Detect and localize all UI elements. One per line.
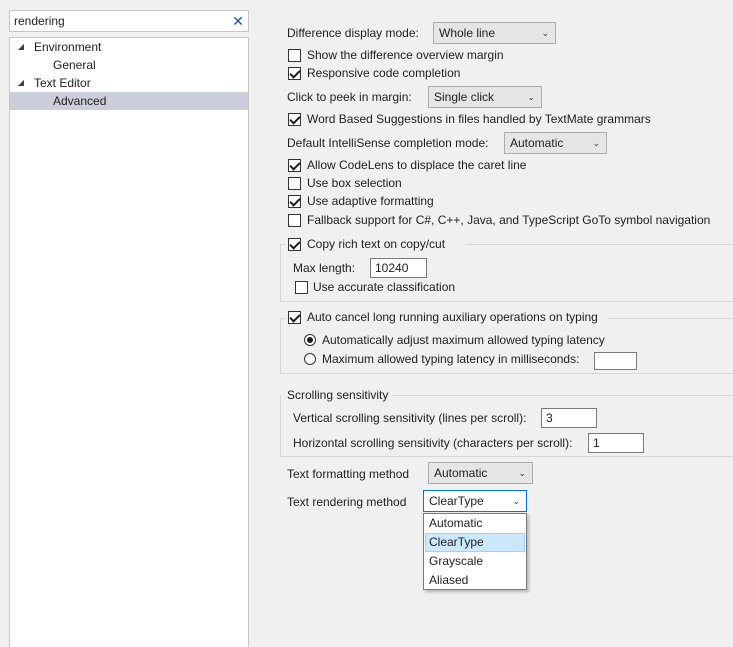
text-rendering-method-dropdown[interactable]: ClearType ⌄: [423, 490, 527, 512]
default-intellisense-mode-dropdown[interactable]: Automatic ⌄: [504, 132, 607, 154]
tree-item-label: Advanced: [53, 94, 107, 108]
allow-codelens-label: Allow CodeLens to displace the caret lin…: [307, 158, 527, 172]
fallback-support-checkbox[interactable]: [288, 214, 301, 227]
max-length-label: Max length:: [293, 261, 356, 275]
chevron-down-icon: ⌄: [518, 468, 526, 478]
default-intellisense-mode-label: Default IntelliSense completion mode:: [287, 136, 489, 150]
tree-item-label: General: [53, 58, 96, 72]
use-adaptive-formatting-label: Use adaptive formatting: [307, 194, 434, 208]
auto-adjust-latency-radio[interactable]: [304, 334, 316, 346]
option-automatic[interactable]: Automatic: [425, 514, 525, 533]
search-input-value[interactable]: rendering: [14, 13, 65, 29]
dropdown-value: Automatic: [434, 466, 488, 480]
word-based-suggestions-label: Word Based Suggestions in files handled …: [307, 112, 651, 126]
responsive-code-completion-label: Responsive code completion: [307, 66, 461, 80]
use-accurate-classification-checkbox[interactable]: [295, 281, 308, 294]
dropdown-value: Automatic: [510, 136, 564, 150]
text-formatting-method-dropdown[interactable]: Automatic ⌄: [428, 462, 533, 484]
horizontal-scrolling-input[interactable]: 1: [588, 433, 644, 453]
use-accurate-classification-label: Use accurate classification: [313, 280, 456, 294]
dropdown-value: Whole line: [439, 26, 496, 40]
option-aliased[interactable]: Aliased: [425, 571, 525, 590]
horizontal-scrolling-label: Horizontal scrolling sensitivity (charac…: [293, 436, 573, 450]
expanded-arrow-icon[interactable]: ◢: [16, 74, 26, 92]
max-latency-input[interactable]: [594, 352, 637, 370]
click-to-peek-label: Click to peek in margin:: [287, 90, 412, 104]
auto-cancel-label: Auto cancel long running auxiliary opera…: [307, 310, 598, 324]
tree-item-environment[interactable]: ◢ Environment: [10, 38, 248, 56]
vertical-scrolling-input[interactable]: 3: [541, 408, 597, 428]
dropdown-value: ClearType: [429, 494, 484, 508]
responsive-code-completion-checkbox[interactable]: [288, 67, 301, 80]
option-grayscale[interactable]: Grayscale: [425, 552, 525, 571]
difference-display-mode-dropdown[interactable]: Whole line ⌄: [433, 22, 556, 44]
max-length-input[interactable]: 10240: [370, 258, 427, 278]
vertical-scrolling-label: Vertical scrolling sensitivity (lines pe…: [293, 411, 527, 425]
group-divider: [392, 395, 733, 396]
max-latency-label: Maximum allowed typing latency in millis…: [322, 352, 580, 366]
tree-item-general[interactable]: General: [10, 56, 248, 74]
options-tree: ◢ Environment General ◢ Text Editor Adva…: [9, 37, 249, 647]
fallback-support-label: Fallback support for C#, C++, Java, and …: [307, 213, 711, 227]
max-latency-radio[interactable]: [304, 353, 316, 365]
use-adaptive-formatting-checkbox[interactable]: [288, 195, 301, 208]
show-difference-overview-margin-checkbox[interactable]: [288, 49, 301, 62]
horizontal-scrolling-value[interactable]: 1: [593, 435, 600, 451]
text-rendering-method-options: Automatic ClearType Grayscale Aliased: [423, 513, 527, 590]
clear-search-icon[interactable]: ✕: [231, 12, 245, 30]
auto-cancel-checkbox[interactable]: [288, 311, 301, 324]
search-input[interactable]: rendering ✕: [9, 10, 249, 32]
chevron-down-icon: ⌄: [592, 138, 600, 148]
tree-item-label: Text Editor: [34, 76, 91, 90]
use-box-selection-label: Use box selection: [307, 176, 402, 190]
tree-item-text-editor[interactable]: ◢ Text Editor: [10, 74, 248, 92]
difference-display-mode-label: Difference display mode:: [287, 26, 419, 40]
allow-codelens-checkbox[interactable]: [288, 159, 301, 172]
show-difference-overview-margin-label: Show the difference overview margin: [307, 48, 504, 62]
chevron-down-icon: ⌄: [512, 496, 520, 506]
chevron-down-icon: ⌄: [541, 28, 549, 38]
word-based-suggestions-checkbox[interactable]: [288, 113, 301, 126]
text-rendering-method-label: Text rendering method: [287, 495, 407, 509]
click-to-peek-dropdown[interactable]: Single click ⌄: [428, 86, 542, 108]
vertical-scrolling-value[interactable]: 3: [546, 410, 553, 426]
chevron-down-icon: ⌄: [527, 92, 535, 102]
max-length-value[interactable]: 10240: [375, 260, 408, 276]
text-formatting-method-label: Text formatting method: [287, 467, 410, 481]
tree-item-label: Environment: [34, 40, 102, 54]
tree-item-advanced[interactable]: Advanced: [10, 92, 248, 110]
dropdown-value: Single click: [434, 90, 495, 104]
option-cleartype[interactable]: ClearType: [425, 533, 525, 552]
use-box-selection-checkbox[interactable]: [288, 177, 301, 190]
expanded-arrow-icon[interactable]: ◢: [16, 38, 26, 56]
copy-rich-text-label: Copy rich text on copy/cut: [307, 237, 446, 251]
copy-rich-text-checkbox[interactable]: [288, 238, 301, 251]
auto-adjust-latency-label: Automatically adjust maximum allowed typ…: [322, 333, 605, 347]
